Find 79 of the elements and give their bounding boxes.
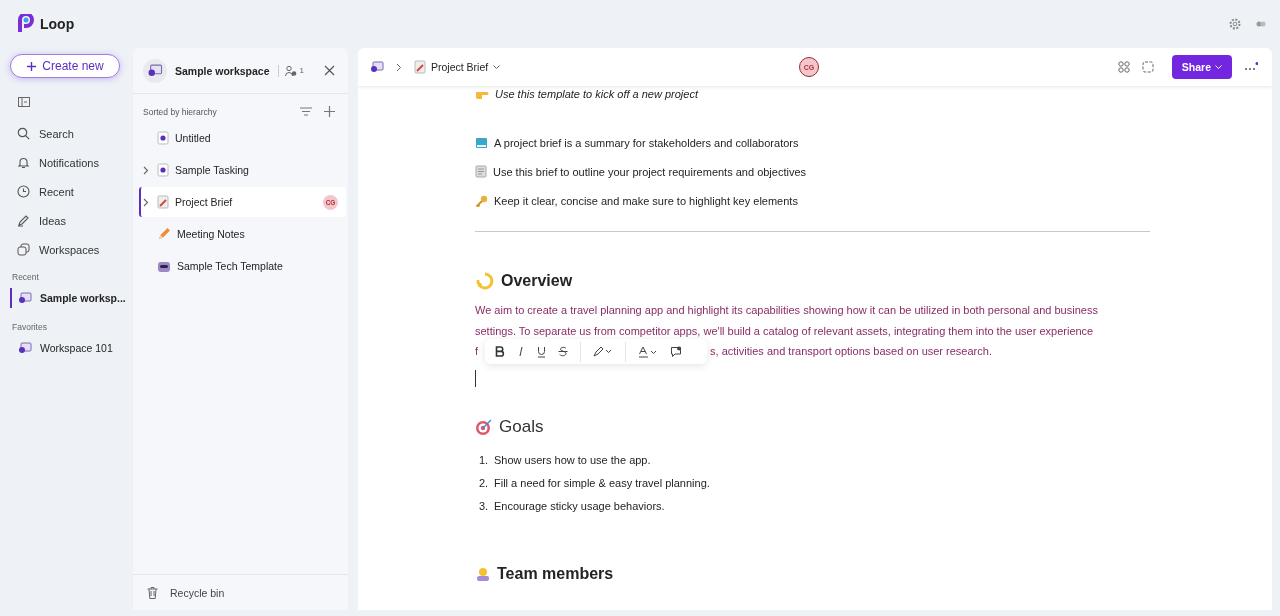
font-color-icon[interactable] xyxy=(638,345,658,358)
overview-text: settings. To separate us from competitor apps, we'll build a catalog of relevant assets, integrating them into the user experience xyxy=(475,323,1095,339)
strikethrough-icon[interactable] xyxy=(558,346,568,357)
chevron-right-icon xyxy=(396,62,402,72)
caret-icon xyxy=(1215,64,1222,70)
page-icon xyxy=(157,131,169,145)
document-icon xyxy=(157,195,169,209)
caret-icon xyxy=(493,64,501,70)
members-button[interactable]: 1 xyxy=(277,64,304,77)
page-item[interactable]: Sample Tech Template xyxy=(139,251,346,281)
filter-icon[interactable] xyxy=(300,107,312,116)
page-icon xyxy=(157,163,169,177)
section-heading: Overview xyxy=(501,272,573,290)
overview-text: f xyxy=(475,344,479,359)
page-icon xyxy=(475,165,487,178)
page-item[interactable]: Meeting Notes xyxy=(139,219,346,249)
plus-icon xyxy=(26,60,38,72)
goal-text: Fill a need for simple & easy travel planning. xyxy=(494,477,710,489)
section-heading: Recent xyxy=(12,272,40,282)
page-item[interactable]: Sample Tasking xyxy=(139,155,346,185)
bullet-text: Use this brief to outline your project requirements and objectives xyxy=(493,165,807,178)
bold-icon[interactable] xyxy=(495,346,505,357)
underline-icon[interactable] xyxy=(537,345,546,358)
recycle-bin-link[interactable]: Recycle bin xyxy=(133,574,348,610)
stack-icon xyxy=(17,243,30,256)
goal-text: Encourage sticky usage behaviors. xyxy=(494,500,665,512)
overview-text: s, activities and transport options based on user research. xyxy=(710,344,992,359)
key-icon xyxy=(475,194,488,207)
pen-icon xyxy=(17,214,30,227)
nav-item[interactable]: Workspaces xyxy=(10,235,133,264)
workspace-link[interactable]: Workspace 101 xyxy=(10,338,133,358)
goal-text: Show users how to use the app. xyxy=(494,454,651,466)
text-cursor xyxy=(475,369,476,387)
nav-item[interactable]: Notifications xyxy=(10,148,133,177)
chevron-right-icon[interactable] xyxy=(143,165,149,175)
bullet-text: Keep it clear, concise and make sure to highlight key elements xyxy=(494,194,798,207)
collapse-panel-icon[interactable] xyxy=(18,97,30,107)
more-icon[interactable] xyxy=(1244,62,1258,72)
page-item[interactable]: Untitled xyxy=(139,123,346,153)
loop-logo-icon xyxy=(16,14,36,34)
bullet-text: A project brief is a summary for stakeholders and collaborators xyxy=(494,136,799,149)
workspace-icon xyxy=(18,342,32,354)
section-heading: Team members xyxy=(497,564,614,583)
settings-icon[interactable] xyxy=(1228,17,1242,31)
breadcrumb-page[interactable]: Project Brief xyxy=(414,60,501,74)
clock-icon xyxy=(17,185,30,198)
chevron-right-icon[interactable] xyxy=(143,197,149,207)
person-icon xyxy=(475,566,491,581)
workspace-icon xyxy=(143,58,167,83)
nav-item[interactable]: Recent xyxy=(10,177,133,206)
nav-item[interactable]: Ideas xyxy=(10,206,133,235)
section-heading: Favorites xyxy=(12,322,48,332)
sort-label: Sorted by hierarchy xyxy=(143,106,218,117)
italic-icon[interactable] xyxy=(517,346,525,357)
section-heading: Goals xyxy=(499,416,544,437)
book-icon xyxy=(475,136,488,149)
trash-icon xyxy=(147,586,158,599)
bell-icon xyxy=(17,156,30,169)
create-new-button[interactable]: Create new xyxy=(10,54,120,78)
share-button[interactable]: Share xyxy=(1171,55,1232,79)
overview-text: We aim to create a travel planning app and highlight its capabilities showing how it can be utilized in both personal and business xyxy=(475,303,1099,318)
workspace-icon xyxy=(18,292,32,304)
app-name: Loop xyxy=(40,16,75,32)
list-number: 3. xyxy=(479,500,490,512)
nav-item[interactable]: Search xyxy=(10,119,133,148)
highlighter-icon[interactable] xyxy=(593,346,613,357)
workspace-icon[interactable] xyxy=(370,61,384,73)
target-icon xyxy=(475,417,493,436)
close-icon[interactable] xyxy=(324,65,335,76)
workspace-title: Sample workspace xyxy=(175,64,270,77)
list-number: 2. xyxy=(479,477,490,489)
comment-icon[interactable] xyxy=(670,345,682,358)
pencil-icon xyxy=(157,227,171,241)
intro-text: Use this template to kick off a new project xyxy=(495,88,698,100)
apps-icon[interactable] xyxy=(1117,61,1130,73)
search-icon xyxy=(17,127,30,140)
add-icon[interactable] xyxy=(324,106,335,117)
document-icon xyxy=(414,60,426,74)
list-number: 1. xyxy=(479,454,490,466)
